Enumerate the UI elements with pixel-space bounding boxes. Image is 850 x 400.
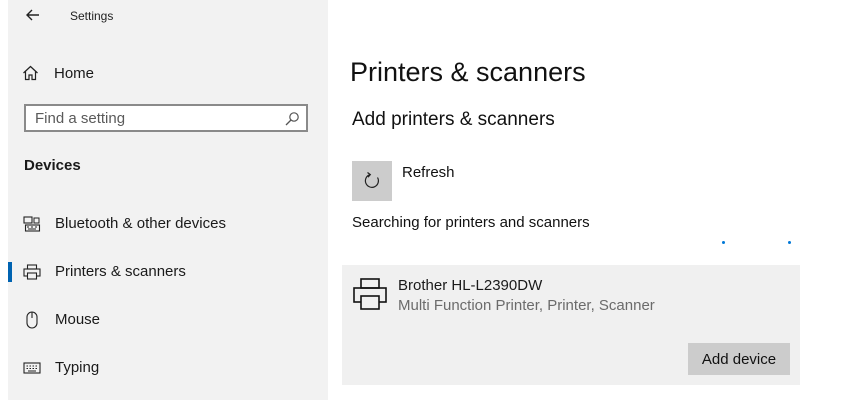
page-title: Printers & scanners [350, 57, 586, 87]
keyboard-icon [22, 359, 42, 377]
home-icon [23, 65, 38, 81]
home-label: Home [54, 64, 95, 82]
progress-dot [722, 241, 725, 244]
section-subtitle: Add printers & scanners [352, 109, 555, 130]
sidebar-item-label: Typing [55, 359, 100, 376]
window-edge [0, 0, 8, 400]
app-title: Settings [70, 9, 114, 23]
selection-indicator [8, 262, 12, 282]
sidebar-item-typing[interactable]: Typing [8, 353, 328, 383]
sidebar-item-label: Printers & scanners [55, 263, 186, 280]
sidebar-item-bluetooth[interactable]: Bluetooth & other devices [8, 209, 328, 239]
device-description: Multi Function Printer, Printer, Scanner [398, 297, 655, 314]
search-input[interactable] [35, 109, 275, 127]
refresh-icon [364, 172, 379, 188]
progress-dot [788, 241, 791, 244]
section-heading: Devices [24, 157, 81, 174]
device-name: Brother HL-L2390DW [398, 277, 543, 294]
sidebar-item-printers[interactable]: Printers & scanners [8, 257, 328, 287]
search-box[interactable] [24, 104, 308, 132]
device-card[interactable]: Brother HL-L2390DW Multi Function Printe… [342, 265, 800, 385]
search-icon[interactable] [284, 111, 300, 127]
back-arrow-icon [26, 9, 39, 21]
sidebar-item-mouse[interactable]: Mouse [8, 305, 328, 335]
sidebar: Settings Home Devices Bluetooth & other … [8, 0, 328, 400]
nav-home[interactable]: Home [22, 60, 94, 86]
printer-icon [353, 278, 387, 310]
printer-icon [22, 263, 42, 281]
sidebar-item-label: Mouse [55, 311, 101, 328]
add-device-button[interactable]: Add device [688, 343, 790, 375]
sidebar-item-label: Bluetooth & other devices [55, 215, 226, 232]
searching-status: Searching for printers and scanners [352, 214, 590, 231]
bluetooth-devices-icon [22, 215, 42, 233]
refresh-button[interactable] [352, 161, 392, 201]
back-button[interactable] [22, 4, 44, 26]
mouse-icon [22, 311, 42, 329]
refresh-label[interactable]: Refresh [402, 164, 455, 181]
